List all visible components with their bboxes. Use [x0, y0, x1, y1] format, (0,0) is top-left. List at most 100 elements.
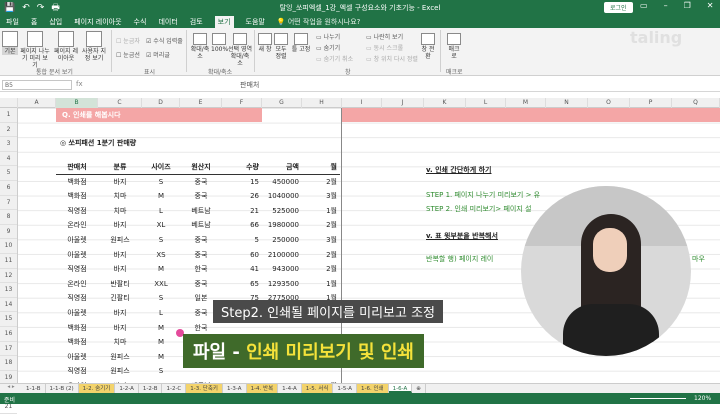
login-button[interactable]: 로그인 [604, 2, 633, 13]
table-cell[interactable]: 2월 [302, 218, 340, 233]
arrange-all-button[interactable]: 모두 정렬 [274, 33, 288, 60]
table-header-cell[interactable]: 판매처 [56, 160, 98, 175]
table-cell[interactable]: L [142, 204, 180, 219]
column-header[interactable]: N [546, 98, 588, 108]
table-cell[interactable]: L [142, 306, 180, 321]
table-cell[interactable]: 아울렛 [56, 248, 98, 263]
name-box[interactable]: B5 [2, 80, 72, 90]
table-cell[interactable]: M [142, 189, 180, 204]
table-header-cell[interactable]: 수량 [222, 160, 262, 175]
column-header[interactable]: I [342, 98, 382, 108]
table-cell[interactable]: 온라인 [56, 277, 98, 292]
table-cell[interactable]: 65 [222, 277, 262, 292]
sheet-tab[interactable]: 1-1-B [22, 384, 46, 393]
table-cell[interactable]: 치마 [98, 204, 142, 219]
table-cell[interactable]: 치마 [98, 335, 142, 350]
table-cell[interactable]: 중국 [180, 175, 222, 190]
note-mouse[interactable]: 마우 [692, 254, 705, 264]
table-cell[interactable]: 1월 [302, 204, 340, 219]
table-cell[interactable]: M [142, 350, 180, 365]
table-cell[interactable]: S [142, 364, 180, 379]
reset-position-button[interactable]: ▭ 창 위치 다시 정렬 [366, 54, 418, 63]
table-cell[interactable]: 2100000 [262, 248, 302, 263]
column-header[interactable]: C [98, 98, 142, 108]
table-cell[interactable]: 반팔티 [98, 277, 142, 292]
table-cell[interactable]: 1040000 [262, 189, 302, 204]
table-cell[interactable]: 450000 [262, 175, 302, 190]
zoom-level[interactable]: 120% [694, 395, 711, 402]
table-subtitle[interactable]: ◎ 쏘피패션 1분기 판매량 [60, 138, 136, 148]
row-header[interactable]: 2 [0, 123, 17, 138]
maximize-icon[interactable]: ❐ [684, 1, 691, 10]
table-header-cell[interactable]: 분류 [98, 160, 142, 175]
tab-help[interactable]: 도움말 [246, 17, 265, 27]
table-cell[interactable]: 아울렛 [56, 306, 98, 321]
headings-checkbox[interactable]: ☑ 머리글 [146, 50, 170, 59]
add-sheet-icon[interactable]: ⊕ [412, 384, 426, 393]
sheet-tab[interactable]: 1-3. 단축키 [186, 384, 223, 393]
column-header[interactable]: A [18, 98, 56, 108]
row-header[interactable]: 16 [0, 327, 17, 342]
split-button[interactable]: ▭ 나누기 [316, 32, 340, 41]
fx-icon[interactable]: fx [76, 80, 83, 88]
row-header[interactable]: 11 [0, 254, 17, 269]
table-cell[interactable]: 1980000 [262, 218, 302, 233]
side-by-side-button[interactable]: ▭ 나란히 보기 [366, 32, 403, 41]
formula-input[interactable]: 판매처 [240, 80, 259, 90]
table-cell[interactable]: 15 [222, 175, 262, 190]
table-cell[interactable]: 2월 [302, 175, 340, 190]
tab-insert[interactable]: 삽입 [49, 17, 62, 27]
table-cell[interactable]: 중국 [180, 233, 222, 248]
table-cell[interactable]: 21 [222, 204, 262, 219]
table-cell[interactable]: 바지 [98, 321, 142, 336]
table-cell[interactable]: M [142, 262, 180, 277]
table-cell[interactable]: S [142, 175, 180, 190]
table-cell[interactable]: 백화점 [56, 335, 98, 350]
sheet-tab[interactable]: 1-2-C [162, 384, 187, 393]
table-cell[interactable]: 525000 [262, 204, 302, 219]
column-header[interactable]: K [424, 98, 466, 108]
tab-review[interactable]: 검토 [190, 17, 203, 27]
table-cell[interactable]: 직영점 [56, 262, 98, 277]
tab-data[interactable]: 데이터 [158, 17, 177, 27]
table-cell[interactable]: 2월 [302, 262, 340, 277]
sheet-tab[interactable]: 1-4-A [278, 384, 302, 393]
view-custom-button[interactable]: 사용자 지정 보기 [80, 31, 108, 62]
table-cell[interactable]: 바지 [98, 262, 142, 277]
ruler-checkbox[interactable]: ☐ 눈금자 [116, 36, 140, 45]
table-cell[interactable]: 66 [222, 218, 262, 233]
table-cell[interactable]: 중국 [180, 189, 222, 204]
note-repeat-header[interactable]: v. 표 윗부분을 반복해서 [426, 231, 498, 241]
tab-home[interactable]: 홈 [31, 17, 37, 27]
sheet-tab[interactable]: 1-1-B (2) [46, 384, 79, 393]
row-header[interactable]: 9 [0, 225, 17, 240]
table-cell[interactable]: M [142, 335, 180, 350]
sheet-tab[interactable]: 1-4. 반복 [246, 384, 279, 393]
table-cell[interactable]: XXL [142, 277, 180, 292]
table-cell[interactable]: S [142, 233, 180, 248]
table-header-cell[interactable]: 사이즈 [142, 160, 180, 175]
row-header[interactable]: 17 [0, 342, 17, 357]
select-all-corner[interactable] [0, 98, 18, 108]
formula-bar-checkbox[interactable]: ☑ 수식 입력줄 [146, 36, 183, 45]
tell-me-search[interactable]: 💡 어떤 작업을 원하시나요? [277, 17, 361, 27]
switch-windows-button[interactable]: 창 전환 [420, 33, 436, 60]
table-cell[interactable]: M [142, 321, 180, 336]
table-cell[interactable]: 중국 [180, 248, 222, 263]
column-header[interactable]: E [180, 98, 222, 108]
table-cell[interactable]: 직영점 [56, 291, 98, 306]
table-cell[interactable]: 중국 [180, 277, 222, 292]
table-cell[interactable]: 치마 [98, 189, 142, 204]
table-cell[interactable]: 원피스 [98, 364, 142, 379]
hide-button[interactable]: ▭ 숨기기 [316, 43, 340, 52]
table-cell[interactable]: 베트남 [180, 218, 222, 233]
zoom-button[interactable]: 확대/축소 [190, 33, 210, 60]
table-cell[interactable]: 3월 [302, 189, 340, 204]
close-icon[interactable]: ✕ [707, 1, 714, 10]
sheet-tab-active[interactable]: 1-6-A [388, 384, 413, 393]
column-header[interactable]: B [56, 98, 98, 108]
table-cell[interactable]: 온라인 [56, 218, 98, 233]
column-header[interactable]: J [382, 98, 424, 108]
row-header[interactable]: 10 [0, 239, 17, 254]
table-cell[interactable]: 긴팔티 [98, 291, 142, 306]
